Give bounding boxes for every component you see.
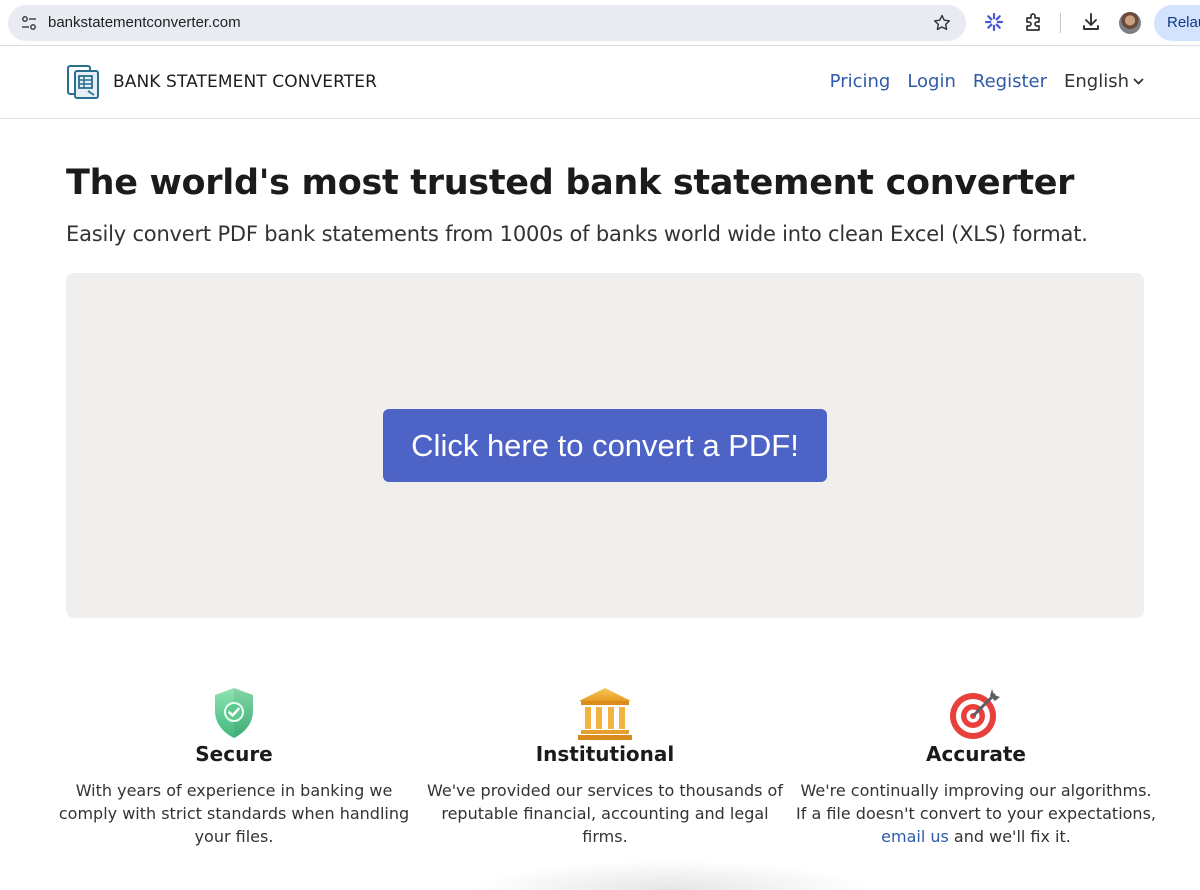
feature-title: Secure	[195, 742, 273, 766]
download-icon[interactable]	[1080, 11, 1102, 33]
main-nav: Pricing Login Register English	[830, 71, 1144, 92]
avatar[interactable]	[1119, 12, 1141, 34]
extension-sparkle-icon[interactable]	[983, 11, 1005, 33]
nav-login-link[interactable]: Login	[907, 71, 956, 92]
site-info-icon[interactable]	[20, 14, 38, 32]
spreadsheet-document-icon[interactable]	[66, 64, 100, 100]
target-dart-icon	[950, 689, 1000, 739]
relaunch-button[interactable]: Relau	[1154, 5, 1200, 41]
floating-widget-shadow	[470, 860, 870, 890]
shield-check-icon	[215, 688, 253, 738]
chevron-down-icon	[1133, 78, 1144, 85]
site-header: BANK STATEMENT CONVERTER Pricing Login R…	[0, 47, 1200, 119]
feature-text-after: and we'll fix it.	[953, 827, 1071, 846]
bank-building-icon	[578, 688, 632, 740]
page-subtitle: Easily convert PDF bank statements from …	[66, 222, 1088, 246]
url-text[interactable]: bankstatementconverter.com	[48, 14, 241, 31]
bookmark-star-icon[interactable]	[932, 13, 952, 33]
feature-institutional: Institutional We've provided our service…	[425, 685, 785, 848]
address-bar[interactable]: bankstatementconverter.com	[8, 5, 966, 41]
toolbar-divider	[1060, 13, 1061, 33]
browser-toolbar: bankstatementconverter.com Relau	[0, 0, 1200, 46]
nav-register-link[interactable]: Register	[973, 71, 1047, 92]
convert-pdf-button[interactable]: Click here to convert a PDF!	[383, 409, 827, 482]
puzzle-icon[interactable]	[1023, 11, 1045, 33]
page-title: The world's most trusted bank statement …	[66, 163, 1075, 203]
brand-name[interactable]: BANK STATEMENT CONVERTER	[113, 72, 377, 92]
feature-text: With years of experience in banking we c…	[58, 781, 410, 846]
feature-secure: Secure With years of experience in banki…	[54, 685, 414, 848]
language-label: English	[1064, 71, 1129, 92]
language-selector[interactable]: English	[1064, 71, 1144, 92]
feature-title: Institutional	[535, 742, 675, 766]
feature-title: Accurate	[926, 742, 1026, 766]
nav-pricing-link[interactable]: Pricing	[830, 71, 891, 92]
feature-accurate: Accurate We're continually improving our…	[796, 685, 1156, 848]
feature-text-before: We're continually improving our algorith…	[796, 781, 1156, 823]
email-us-link[interactable]: email us	[881, 827, 949, 846]
feature-text: We're continually improving our algorith…	[796, 779, 1156, 848]
feature-text: We've provided our services to thousands…	[427, 781, 783, 846]
